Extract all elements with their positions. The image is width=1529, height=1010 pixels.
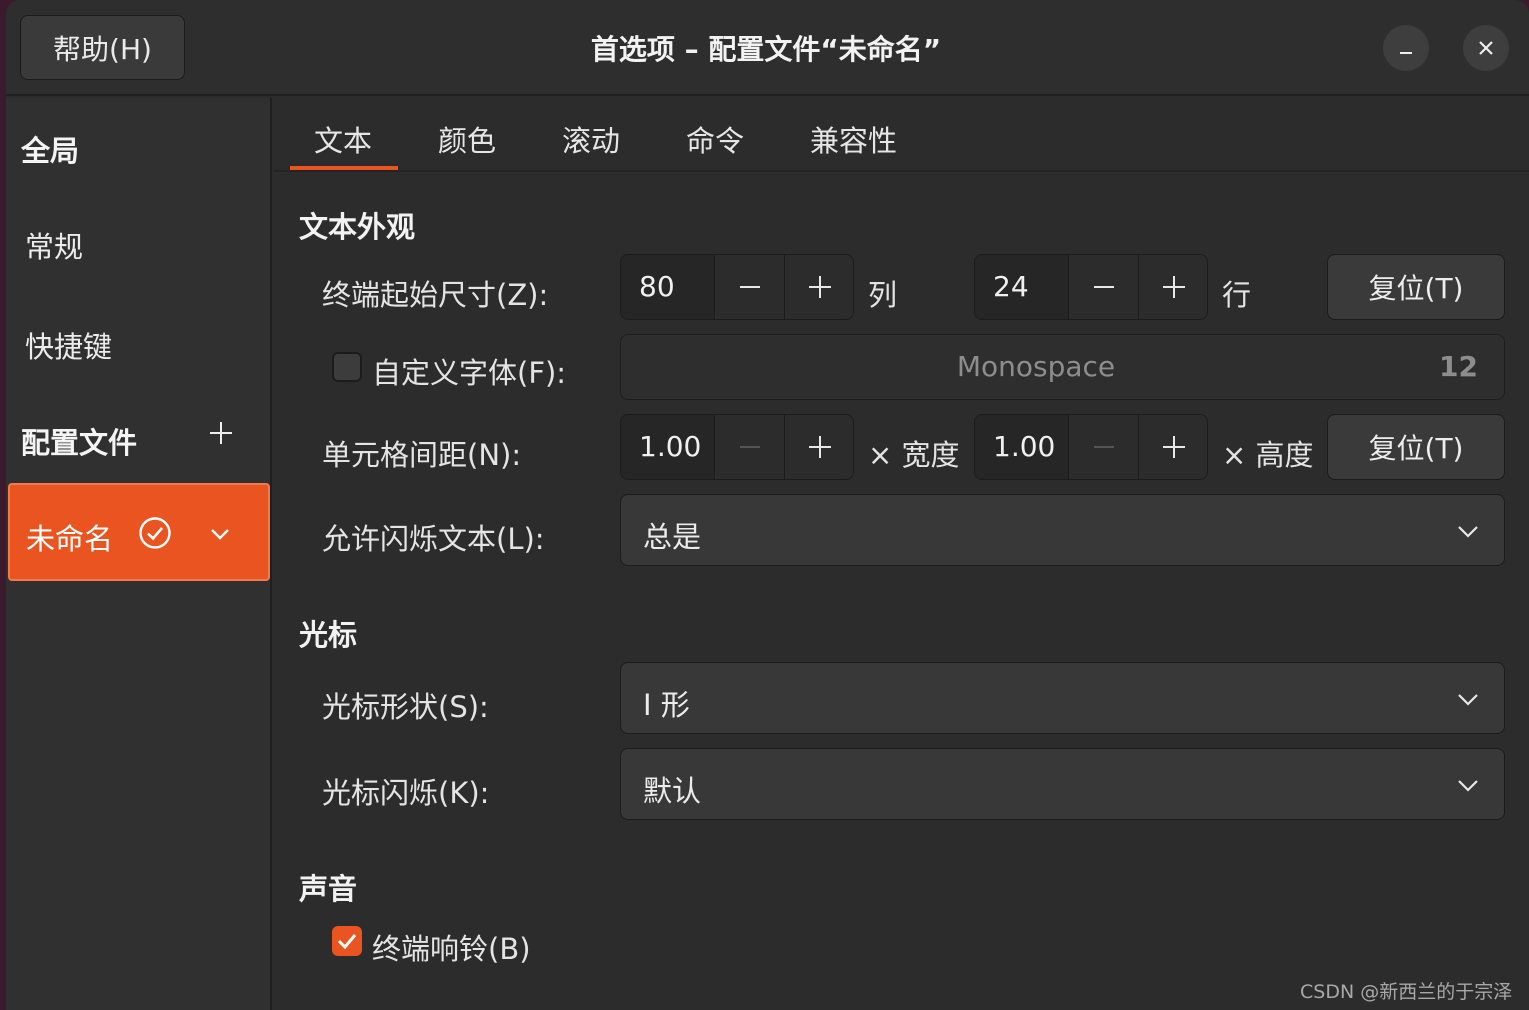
columns-unit-label: 列 (868, 278, 898, 312)
tab-scrolling[interactable]: 滚动 (562, 118, 620, 160)
cursor-shape-label: 光标形状(S): (322, 690, 489, 724)
rows-increment-button[interactable] (1139, 255, 1207, 319)
plus-icon (210, 422, 232, 444)
custom-font-checkbox[interactable] (332, 352, 362, 382)
cell-height-spinbutton[interactable]: 1.00 (974, 414, 1208, 480)
chevron-down-icon (1458, 694, 1478, 706)
sidebar-header-global: 全局 (21, 134, 80, 168)
minus-icon (1093, 286, 1114, 288)
close-button[interactable] (1463, 25, 1509, 71)
section-title-cursor: 光标 (299, 618, 358, 652)
cell-width-input[interactable]: 1.00 (621, 415, 715, 479)
sidebar-header-profiles: 配置文件 (21, 426, 138, 460)
rows-decrement-button[interactable] (1069, 255, 1139, 319)
title-bar: 帮助(H) 首选项 – 配置文件“未命名” (6, 0, 1529, 96)
section-title-sound: 声音 (299, 872, 358, 906)
blink-text-label: 允许闪烁文本(L): (322, 522, 545, 556)
terminal-bell-checkbox[interactable] (332, 926, 362, 956)
columns-decrement-button[interactable] (715, 255, 785, 319)
cell-width-spinbutton[interactable]: 1.00 (620, 414, 854, 480)
cell-height-input[interactable]: 1.00 (975, 415, 1069, 479)
add-profile-button[interactable] (204, 416, 238, 450)
minus-icon (1093, 446, 1114, 448)
chevron-down-icon (1458, 780, 1478, 792)
watermark: CSDN @新西兰的于宗泽 (1300, 981, 1513, 1003)
plus-icon (809, 276, 831, 298)
close-icon (1479, 41, 1493, 55)
minus-icon (739, 286, 760, 288)
sidebar-item-shortcuts[interactable]: 快捷键 (25, 324, 112, 366)
columns-input[interactable]: 80 (621, 255, 715, 319)
font-name: Monospace (956, 350, 1116, 383)
minimize-icon (1400, 52, 1412, 54)
default-profile-check-icon (139, 517, 171, 549)
cell-height-unit-label: × 高度 (1222, 438, 1314, 472)
minimize-button[interactable] (1383, 25, 1429, 71)
chevron-down-icon (1458, 526, 1478, 538)
main-panel: 文本 颜色 滚动 命令 兼容性 文本外观 终端起始尺寸(Z): 80 列 24 (274, 98, 1529, 1010)
reset-spacing-button[interactable]: 复位(T) (1327, 414, 1505, 480)
chevron-down-icon[interactable] (208, 522, 232, 546)
blink-text-value: 总是 (643, 520, 702, 554)
reset-size-button[interactable]: 复位(T) (1327, 254, 1505, 320)
custom-font-label: 自定义字体(F): (372, 356, 567, 390)
plus-icon (809, 436, 831, 458)
preferences-window: 帮助(H) 首选项 – 配置文件“未命名” 全局 常规 快捷键 配置文件 未命名… (6, 0, 1529, 1010)
cell-width-increment-button[interactable] (785, 415, 853, 479)
blink-text-dropdown[interactable]: 总是 (620, 494, 1505, 566)
terminal-bell-label: 终端响铃(B) (372, 932, 531, 966)
sidebar-item-profile[interactable]: 未命名 (8, 483, 270, 581)
rows-input[interactable]: 24 (975, 255, 1069, 319)
active-tab-indicator (290, 166, 398, 170)
tab-compatibility[interactable]: 兼容性 (810, 118, 897, 160)
rows-unit-label: 行 (1222, 278, 1252, 312)
help-menu-button[interactable]: 帮助(H) (20, 15, 185, 80)
columns-increment-button[interactable] (785, 255, 853, 319)
plus-icon (1163, 436, 1185, 458)
sidebar-item-general[interactable]: 常规 (25, 224, 83, 266)
initial-size-label: 终端起始尺寸(Z): (322, 278, 549, 312)
font-size: 12 (1439, 350, 1478, 383)
cursor-blink-label: 光标闪烁(K): (322, 776, 490, 810)
columns-spinbutton[interactable]: 80 (620, 254, 854, 320)
minus-icon (739, 446, 760, 448)
tab-command[interactable]: 命令 (686, 118, 744, 160)
tab-bar: 文本 颜色 滚动 命令 兼容性 (274, 98, 1529, 172)
sidebar: 全局 常规 快捷键 配置文件 未命名 (6, 98, 272, 1010)
profile-name: 未命名 (26, 522, 114, 556)
window-title: 首选项 – 配置文件“未命名” (590, 33, 942, 66)
cell-height-increment-button[interactable] (1139, 415, 1207, 479)
section-title-text-appearance: 文本外观 (299, 210, 416, 244)
cursor-blink-value: 默认 (643, 774, 702, 808)
rows-spinbutton[interactable]: 24 (974, 254, 1208, 320)
tab-text[interactable]: 文本 (314, 118, 372, 160)
cell-height-decrement-button[interactable] (1069, 415, 1139, 479)
tab-colors[interactable]: 颜色 (438, 118, 496, 160)
font-chooser-button[interactable]: Monospace 12 (620, 334, 1505, 400)
cell-spacing-label: 单元格间距(N): (322, 438, 522, 472)
cursor-shape-value: I 形 (643, 688, 690, 722)
cursor-blink-dropdown[interactable]: 默认 (620, 748, 1505, 820)
checkmark-icon (337, 934, 357, 950)
cell-width-decrement-button[interactable] (715, 415, 785, 479)
cell-width-unit-label: × 宽度 (868, 438, 960, 472)
plus-icon (1163, 276, 1185, 298)
cursor-shape-dropdown[interactable]: I 形 (620, 662, 1505, 734)
